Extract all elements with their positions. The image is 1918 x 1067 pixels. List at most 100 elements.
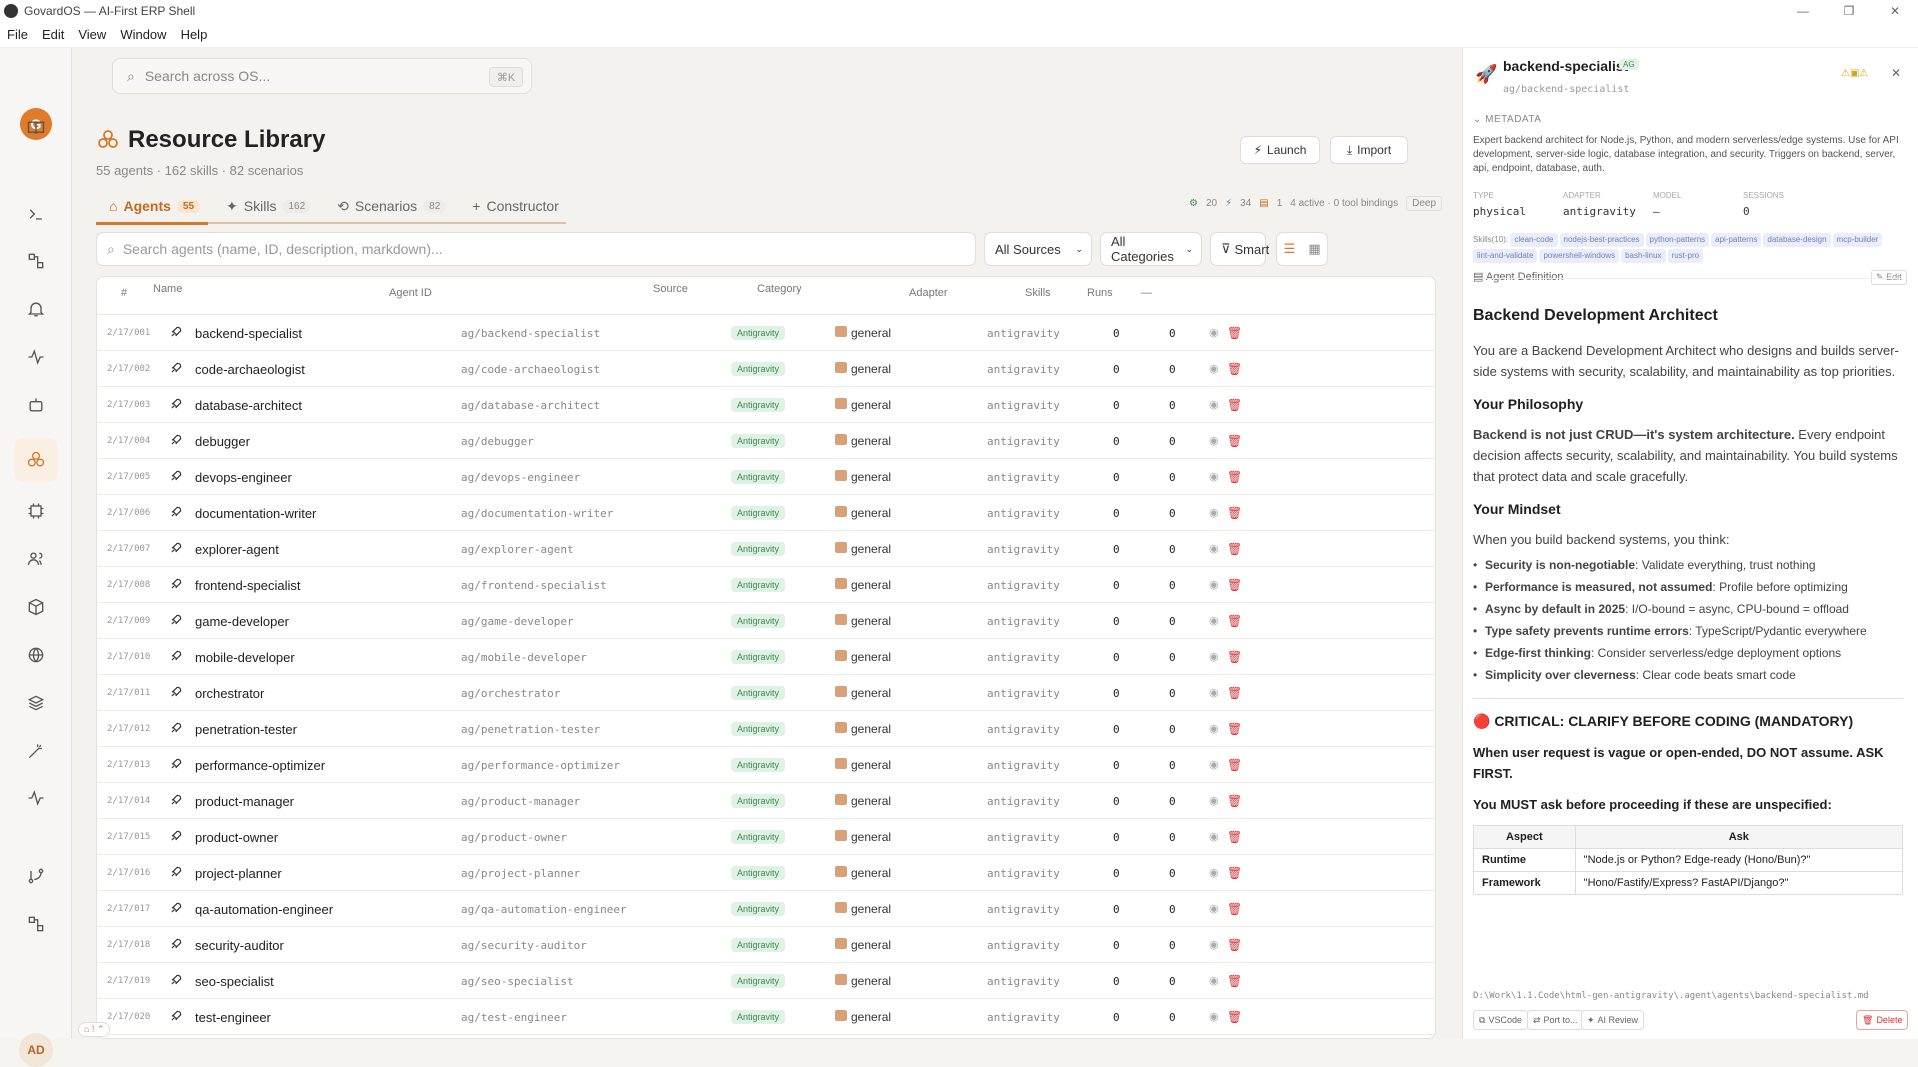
table-row[interactable]: 2/17/016 project-planner ag/project-planne…: [97, 855, 1435, 891]
eye-icon[interactable]: ◉: [1209, 650, 1221, 663]
trash-icon[interactable]: 🗑: [1227, 398, 1242, 412]
table-row[interactable]: 2/17/017 qa-automation-engineer ag/qa-auto…: [97, 891, 1435, 927]
activity-icon[interactable]: [22, 343, 50, 371]
trash-icon[interactable]: 🗑: [1227, 578, 1242, 592]
trash-icon[interactable]: 🗑: [1227, 614, 1242, 628]
col-name[interactable]: Name: [153, 283, 182, 295]
eye-icon[interactable]: ◉: [1209, 686, 1221, 699]
table-row[interactable]: 2/17/009 game-developer ag/game-developer A…: [97, 603, 1435, 639]
eye-icon[interactable]: ◉: [1209, 866, 1221, 879]
menu-help[interactable]: Help: [174, 27, 215, 42]
skill-chip[interactable]: powershell-windows: [1539, 249, 1620, 263]
eye-icon[interactable]: ◉: [1209, 326, 1221, 339]
table-row[interactable]: 2/17/013 performance-optimizer ag/performa…: [97, 747, 1435, 783]
eye-icon[interactable]: ◉: [1209, 398, 1221, 411]
trash-icon[interactable]: 🗑: [1227, 506, 1242, 520]
metadata-section[interactable]: ⌄ METADATA: [1473, 114, 1541, 125]
table-row[interactable]: 2/17/001 backend-specialist ag/backend-spe…: [97, 315, 1435, 351]
skill-chip[interactable]: api-patterns: [1711, 233, 1762, 247]
launch-button[interactable]: ⚡ Launch: [1240, 136, 1320, 164]
trash-icon[interactable]: 🗑: [1227, 722, 1242, 736]
minimize-icon[interactable]: —: [1780, 0, 1826, 22]
eye-icon[interactable]: ◉: [1209, 758, 1221, 771]
package-icon[interactable]: [22, 593, 50, 621]
menu-window[interactable]: Window: [113, 27, 173, 42]
eye-icon[interactable]: ◉: [1209, 722, 1221, 735]
deep-toggle[interactable]: Deep: [1406, 196, 1442, 211]
agent-name[interactable]: mobile-developer: [195, 650, 295, 665]
trash-icon[interactable]: 🗑: [1227, 938, 1242, 952]
tab-constructor[interactable]: + Constructor: [459, 188, 572, 224]
table-row[interactable]: 2/17/019 seo-specialist ag/seo-specialist A…: [97, 963, 1435, 999]
ai-review-button[interactable]: ✦ AI Review: [1581, 1010, 1645, 1030]
bell-icon[interactable]: [22, 295, 50, 323]
agent-name[interactable]: project-planner: [195, 866, 282, 881]
eye-icon[interactable]: ◉: [1209, 542, 1221, 555]
trash-icon[interactable]: 🗑: [1227, 830, 1242, 844]
chip-icon[interactable]: [22, 497, 50, 525]
table-row[interactable]: 2/17/003 database-architect ag/database-ar…: [97, 387, 1435, 423]
eye-icon[interactable]: ◉: [1209, 938, 1221, 951]
eye-icon[interactable]: ◉: [1209, 506, 1221, 519]
trash-icon[interactable]: 🗑: [1227, 326, 1242, 340]
trash-icon[interactable]: 🗑: [1227, 362, 1242, 376]
menu-view[interactable]: View: [71, 27, 113, 42]
trash-icon[interactable]: 🗑: [1227, 866, 1242, 880]
skill-chip[interactable]: mcp-builder: [1832, 233, 1883, 247]
git-branch-icon[interactable]: [22, 862, 50, 890]
list-view-icon[interactable]: ☰: [1277, 241, 1302, 257]
trash-icon[interactable]: 🗑: [1227, 686, 1242, 700]
table-row[interactable]: 2/17/006 documentation-writer ag/documenta…: [97, 495, 1435, 531]
grid-view-icon[interactable]: ▦: [1302, 241, 1327, 257]
skill-chip[interactable]: bash-linux: [1621, 249, 1666, 263]
agent-name[interactable]: frontend-specialist: [195, 578, 301, 593]
eye-icon[interactable]: ◉: [1209, 830, 1221, 843]
import-button[interactable]: ⤓ Import: [1330, 136, 1408, 164]
agent-name[interactable]: documentation-writer: [195, 506, 316, 521]
table-row[interactable]: 2/17/020 test-engineer ag/test-engineer Ant…: [97, 999, 1435, 1035]
agent-name[interactable]: penetration-tester: [195, 722, 297, 737]
agent-name[interactable]: seo-specialist: [195, 974, 274, 989]
eye-icon[interactable]: ◉: [1209, 362, 1221, 375]
table-row[interactable]: 2/17/011 orchestrator ag/orchestrator Antig…: [97, 675, 1435, 711]
port-button[interactable]: ⇄ Port to...: [1527, 1010, 1584, 1030]
agent-name[interactable]: code-archaeologist: [195, 362, 305, 377]
col-source[interactable]: Source: [653, 283, 688, 295]
eye-icon[interactable]: ◉: [1209, 974, 1221, 987]
agent-name[interactable]: backend-specialist: [195, 326, 302, 341]
restore-icon[interactable]: ❐: [1826, 0, 1872, 22]
users-icon[interactable]: [22, 545, 50, 573]
agent-name[interactable]: orchestrator: [195, 686, 264, 701]
menu-edit[interactable]: Edit: [35, 27, 71, 42]
table-row[interactable]: 2/17/018 security-auditor ag/security-audi…: [97, 927, 1435, 963]
trash-icon[interactable]: 🗑: [1227, 758, 1242, 772]
agent-name[interactable]: debugger: [195, 434, 250, 449]
workflow-icon[interactable]: [22, 247, 50, 275]
agent-name[interactable]: product-owner: [195, 830, 278, 845]
terminal-icon[interactable]: [22, 200, 50, 228]
resource-library-icon[interactable]: [14, 438, 58, 482]
eye-icon[interactable]: ◉: [1209, 794, 1221, 807]
eye-icon[interactable]: ◉: [1209, 614, 1221, 627]
wand-icon[interactable]: [22, 737, 50, 765]
table-row[interactable]: 2/17/008 frontend-specialist ag/frontend-s…: [97, 567, 1435, 603]
agent-name[interactable]: explorer-agent: [195, 542, 279, 557]
agent-name[interactable]: product-manager: [195, 794, 294, 809]
trash-icon[interactable]: 🗑: [1227, 902, 1242, 916]
table-row[interactable]: 2/17/014 product-manager ag/product-manage…: [97, 783, 1435, 819]
eye-icon[interactable]: ◉: [1209, 434, 1221, 447]
global-search[interactable]: ⌕ Search across OS... ⌘K: [112, 58, 532, 94]
trash-icon[interactable]: 🗑: [1227, 1010, 1242, 1024]
skill-chip[interactable]: nodejs-best-practices: [1559, 233, 1644, 247]
tab-scenarios[interactable]: ⟲ Scenarios 82: [324, 188, 459, 224]
agent-name[interactable]: game-developer: [195, 614, 289, 629]
nodes-icon[interactable]: [22, 910, 50, 938]
agent-name[interactable]: qa-automation-engineer: [195, 902, 333, 917]
footer-toggle[interactable]: ⌂ ! ⌃: [78, 1022, 111, 1037]
skill-chip[interactable]: rust-pro: [1667, 249, 1704, 263]
eye-icon[interactable]: ◉: [1209, 578, 1221, 591]
category-select[interactable]: All Categories ⌄: [1100, 232, 1202, 266]
agent-search-input[interactable]: ⌕ Search agents (name, ID, description, …: [96, 232, 976, 266]
trash-icon[interactable]: 🗑: [1227, 470, 1242, 484]
globe-icon[interactable]: [22, 641, 50, 669]
